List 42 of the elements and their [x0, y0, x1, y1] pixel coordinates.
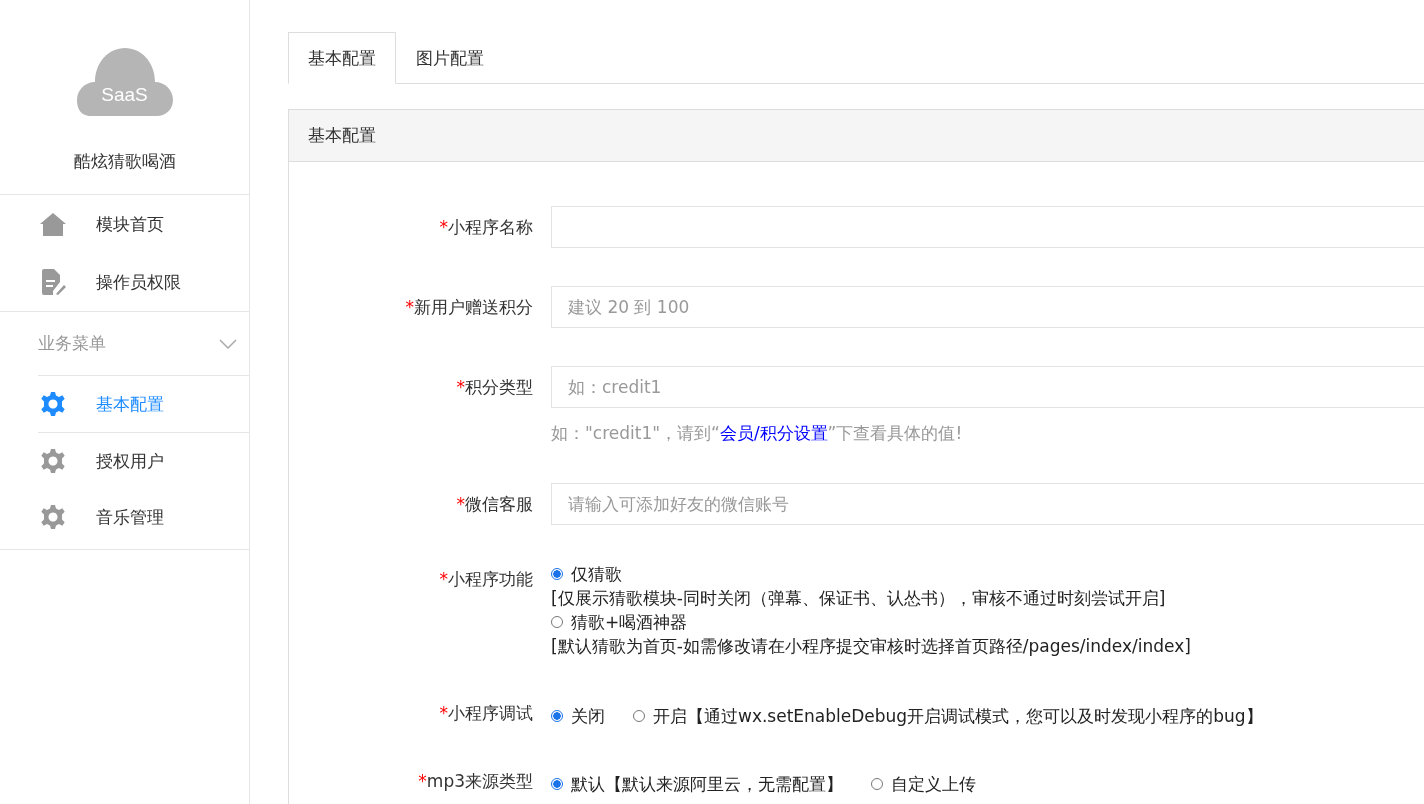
radio-button[interactable] — [871, 778, 883, 790]
gear-icon — [40, 392, 66, 416]
radio-button[interactable] — [551, 616, 563, 628]
field-label: *mp3来源类型 — [417, 770, 534, 793]
field-label: *积分类型 — [455, 376, 534, 399]
nav-item[interactable]: 音乐管理 — [38, 489, 249, 545]
field-label: *小程序名称 — [438, 216, 534, 239]
option-note: [默认猜歌为首页-如需修改请在小程序提交审核时选择首页路径/pages/index/index] — [551, 635, 1192, 658]
gear-icon — [40, 449, 66, 473]
help-text: 如："credit1"，请到“会员/积分设置”下查看具体的值! — [551, 422, 964, 445]
nav-item[interactable]: 模块首页 — [0, 195, 249, 253]
option-label[interactable]: 仅猜歌 — [571, 563, 622, 585]
field-label: *新用户赠送积分 — [404, 296, 534, 319]
field-label: *小程序调试 — [438, 702, 534, 725]
input-field[interactable]: 如：credit1 — [551, 366, 1424, 408]
tab[interactable]: 基本配置 — [288, 32, 396, 84]
radio-button[interactable] — [551, 568, 563, 580]
option-label[interactable]: 关闭 — [571, 705, 605, 727]
radio-button[interactable] — [633, 710, 645, 722]
radio-button[interactable] — [551, 778, 563, 790]
input-field[interactable]: 建议 20 到 100 — [551, 286, 1424, 328]
gear-icon — [40, 505, 66, 529]
option-label[interactable]: 开启【通过wx.setEnableDebug开启调试模式，您可以及时发现小程序的bug】 — [653, 705, 1263, 727]
home-icon — [40, 212, 66, 236]
field-label: *微信客服 — [455, 493, 534, 516]
document-edit-icon — [40, 269, 66, 295]
option-label[interactable]: 猜歌+喝酒神器 — [571, 611, 688, 633]
chevron-icon — [219, 338, 237, 349]
field-label: *小程序功能 — [438, 568, 534, 591]
input-field[interactable]: 请输入可添加好友的微信账号 — [551, 483, 1424, 525]
radio-button[interactable] — [551, 710, 563, 722]
option-note: [仅展示猜歌模块-同时关闭（弹幕、保证书、认怂书），审核不通过时刻尝试开启] — [551, 587, 1167, 610]
app-name: 酷炫猜歌喝酒 — [73, 150, 176, 173]
panel-title: 基本配置 — [308, 125, 376, 145]
nav-item[interactable]: 操作员权限 — [0, 253, 249, 311]
settings-link[interactable]: 会员/积分设置 — [719, 423, 828, 443]
option-label[interactable]: 自定义上传 — [891, 773, 976, 795]
nav-item[interactable]: 授权用户 — [38, 433, 249, 489]
input-field[interactable] — [551, 206, 1424, 248]
option-label[interactable]: 默认【默认来源阿里云，无需配置】 — [571, 773, 843, 795]
tab[interactable]: 图片配置 — [396, 32, 504, 84]
cloud-logo: SaaS — [76, 48, 173, 116]
